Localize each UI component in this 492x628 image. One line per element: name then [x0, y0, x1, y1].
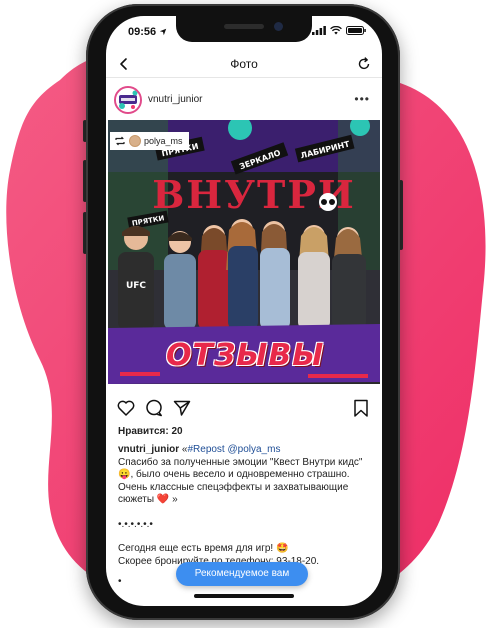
post-username[interactable]: vnutri_junior	[148, 94, 202, 105]
location-arrow-icon	[159, 28, 167, 36]
page-title: Фото	[230, 57, 258, 71]
repost-hashtag-link[interactable]: #Repost	[187, 444, 224, 455]
status-system-icons	[312, 26, 366, 35]
post-caption: vnutri_junior «#Repost @polya_ms Спасибо…	[118, 444, 370, 568]
share-icon[interactable]	[172, 398, 192, 418]
caption-dots: •.•.•.•.•.•	[118, 518, 153, 530]
battery-icon	[346, 26, 366, 35]
profile-avatar[interactable]	[114, 86, 142, 114]
status-time: 09:56	[128, 26, 167, 38]
recommended-for-you-button[interactable]: Рекомендуемое вам	[176, 562, 308, 586]
caption-line-1: Спасибо за полученные эмоции "Квест Внут…	[118, 456, 363, 506]
bookmark-icon[interactable]	[352, 398, 370, 418]
mention-link[interactable]: @polya_ms	[228, 444, 281, 455]
post-actions	[106, 398, 382, 422]
home-indicator[interactable]	[194, 594, 294, 598]
likes-count[interactable]: Нравится: 20	[118, 426, 183, 437]
phone-screen: 09:56 Фото vnutri_junior ••• ПРЯТКИ ЗЕРК…	[106, 16, 382, 606]
caption-trailing-dot: •	[118, 576, 122, 587]
caption-paragraph: vnutri_junior «#Repost @polya_ms	[118, 444, 370, 457]
refresh-icon[interactable]	[356, 56, 372, 72]
photo-overlay-text: ОТЗЫВЫ	[166, 338, 325, 373]
top-nav-bar: Фото	[106, 52, 382, 78]
caption-gap	[118, 507, 370, 519]
signal-icon	[312, 26, 326, 35]
vnutri-logo-icon	[116, 88, 140, 112]
front-camera	[274, 22, 283, 31]
post-photo[interactable]: ПРЯТКИ ЗЕРКАЛО ЛАБИРИНТ ПРЯТКИ ВНУТРИ UF…	[108, 120, 380, 392]
more-options-icon[interactable]: •••	[354, 92, 370, 106]
caption-gap-2	[118, 531, 370, 543]
caption-line-2: Сегодня еще есть время для игр! 🤩	[118, 543, 289, 554]
caption-username[interactable]: vnutri_junior	[118, 444, 179, 455]
repost-username: polya_ms	[144, 136, 183, 146]
shirt-logo-text: UFC	[126, 281, 146, 291]
repost-user-avatar	[129, 135, 141, 147]
speaker-grille	[224, 24, 264, 29]
repost-icon	[115, 136, 125, 146]
phone-notch	[176, 16, 312, 42]
repost-tag[interactable]: polya_ms	[110, 132, 189, 150]
status-time-text: 09:56	[128, 26, 157, 38]
post-header: vnutri_junior •••	[106, 86, 382, 116]
comment-icon[interactable]	[144, 398, 164, 418]
heart-icon[interactable]	[116, 398, 136, 418]
wifi-icon	[330, 26, 342, 35]
